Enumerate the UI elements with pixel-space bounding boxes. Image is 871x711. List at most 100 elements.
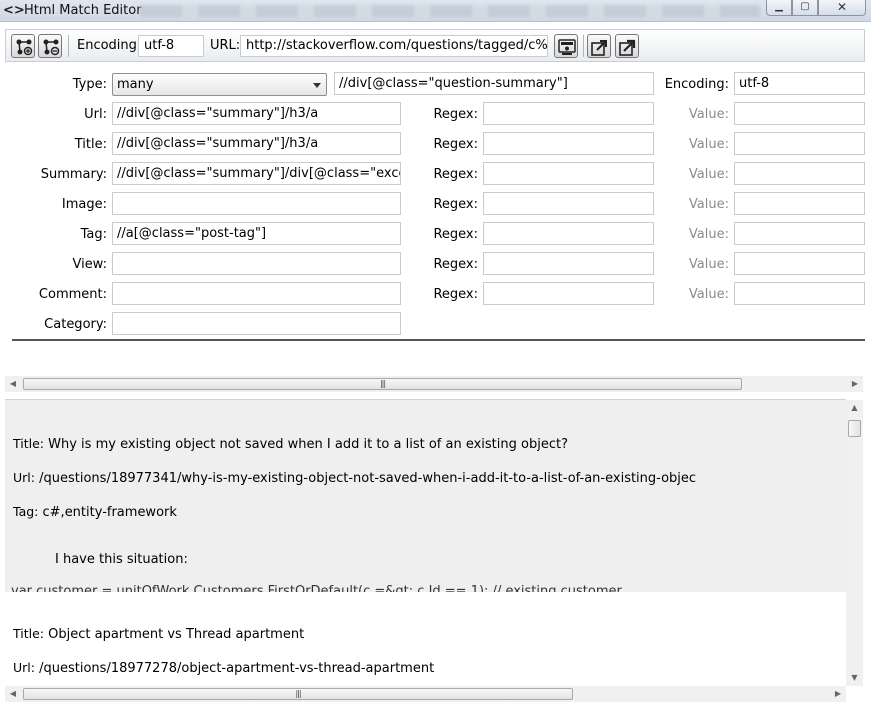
form-divider xyxy=(12,339,865,341)
results-scroll-thumb[interactable]: ||| xyxy=(23,688,573,700)
field-value-input[interactable] xyxy=(734,192,865,215)
minimize-button[interactable]: ▁ xyxy=(766,0,792,16)
field-label: View: xyxy=(72,257,107,272)
field-label: Title: xyxy=(74,137,107,152)
result-url-line: Url: /questions/18977278/object-apartmen… xyxy=(13,660,434,676)
result-title-key: Title: xyxy=(13,436,44,451)
result-url: /questions/18977278/object-apartment-vs-… xyxy=(39,661,435,676)
toolbar-url-label: URL: xyxy=(210,38,241,53)
value-label: Value: xyxy=(688,227,729,242)
regex-label: Regex: xyxy=(433,137,478,152)
form-encoding-label: Encoding: xyxy=(664,77,729,92)
value-label: Value: xyxy=(688,287,729,302)
open-external-icon xyxy=(619,39,636,56)
export-button[interactable] xyxy=(587,34,611,58)
toolbar: Encoding: utf-8 URL: http://stackoverflo… xyxy=(5,29,865,62)
network-remove-icon xyxy=(43,39,60,56)
settings-icon xyxy=(558,39,576,55)
results-vertical-scrollbar[interactable]: ▲ ▼ xyxy=(846,400,863,686)
value-label: Value: xyxy=(688,257,729,272)
container-xpath-input[interactable]: //div[@class="question-summary"] xyxy=(334,72,654,95)
export-icon xyxy=(591,40,607,56)
results-v-scroll-thumb[interactable] xyxy=(848,420,861,437)
scroll-left-icon[interactable]: ◀ xyxy=(5,376,21,392)
toolbar-separator xyxy=(583,35,584,57)
regex-label: Regex: xyxy=(433,227,478,242)
result-url-key: Url: xyxy=(13,660,35,675)
field-label: Image: xyxy=(61,197,107,212)
result-tag-key: Tag: xyxy=(13,504,39,519)
field-xpath-input[interactable]: //div[@class="summary"]/h3/a xyxy=(112,132,401,155)
settings-button[interactable] xyxy=(554,34,578,58)
type-select-value: many xyxy=(117,77,154,92)
field-xpath-input[interactable]: //div[@class="summary"]/div[@class="exce… xyxy=(112,162,401,185)
scroll-up-icon[interactable]: ▲ xyxy=(846,400,863,416)
field-xpath-input[interactable] xyxy=(112,192,401,215)
network-add-button[interactable] xyxy=(11,34,35,58)
form-scroll-thumb[interactable]: ||| xyxy=(23,378,742,390)
type-label: Type: xyxy=(72,77,107,92)
field-xpath-input[interactable] xyxy=(112,282,401,305)
value-label: Value: xyxy=(688,107,729,122)
result-url: /questions/18977341/why-is-my-existing-o… xyxy=(39,471,697,486)
window-title: Html Match Editor xyxy=(24,3,142,18)
result-url-line: Url: /questions/18977341/why-is-my-exist… xyxy=(13,470,696,486)
close-button[interactable]: ✕ xyxy=(818,0,866,16)
result-url-key: Url: xyxy=(13,470,35,485)
category-label: Category: xyxy=(44,317,107,332)
regex-label: Regex: xyxy=(433,167,478,182)
match-form: Type: many //div[@class="question-summar… xyxy=(5,63,865,375)
maximize-button[interactable]: ▢ xyxy=(792,0,818,16)
blurred-taskbar-background xyxy=(140,5,760,17)
field-label: Comment: xyxy=(38,287,107,302)
regex-label: Regex: xyxy=(433,257,478,272)
result-title-line: Title: Why is my existing object not sav… xyxy=(13,436,568,452)
results-pane: Title: Why is my existing object not sav… xyxy=(5,399,846,686)
scroll-down-icon[interactable]: ▼ xyxy=(846,670,863,686)
field-value-input[interactable] xyxy=(734,252,865,275)
toolbar-encoding-label: Encoding: xyxy=(77,38,142,53)
field-label: Tag: xyxy=(80,227,107,242)
form-horizontal-scrollbar[interactable]: ◀ ||| ▶ xyxy=(5,376,863,392)
type-select[interactable]: many xyxy=(112,73,327,96)
field-value-input[interactable] xyxy=(734,162,865,185)
result-item: Title: Why is my existing object not sav… xyxy=(5,400,846,592)
field-value-input[interactable] xyxy=(734,282,865,305)
field-label: Summary: xyxy=(40,167,107,182)
toolbar-encoding-input[interactable]: utf-8 xyxy=(138,35,204,57)
result-title-key: Title: xyxy=(13,626,44,641)
regex-label: Regex: xyxy=(433,107,478,122)
field-label: Url: xyxy=(84,107,107,122)
scroll-right-icon[interactable]: ▶ xyxy=(830,686,846,702)
scroll-left-icon[interactable]: ◀ xyxy=(5,686,21,702)
regex-label: Regex: xyxy=(433,287,478,302)
field-value-input[interactable] xyxy=(734,102,865,125)
result-title: Object apartment vs Thread apartment xyxy=(48,627,305,642)
result-title-line: Title: Object apartment vs Thread apartm… xyxy=(13,626,304,642)
open-external-button[interactable] xyxy=(615,34,639,58)
field-value-input[interactable] xyxy=(734,132,865,155)
result-title: Why is my existing object not saved when… xyxy=(48,437,568,452)
result-summary: I have this situation: xyxy=(55,552,188,567)
field-xpath-input[interactable] xyxy=(112,252,401,275)
form-encoding-input[interactable]: utf-8 xyxy=(734,72,865,95)
network-remove-button[interactable] xyxy=(38,34,62,58)
value-label: Value: xyxy=(688,167,729,182)
result-tag: c#,entity-framework xyxy=(42,505,177,520)
result-code-snippet: var customer = unitOfWork.Customers.Firs… xyxy=(11,584,622,592)
network-add-icon xyxy=(16,39,33,56)
result-tag-line: Tag: c#,entity-framework xyxy=(13,504,177,520)
field-xpath-input[interactable]: //div[@class="summary"]/h3/a xyxy=(112,102,401,125)
field-value-input[interactable] xyxy=(734,222,865,245)
value-label: Value: xyxy=(688,137,729,152)
category-input[interactable] xyxy=(112,312,401,335)
toolbar-url-input[interactable]: http://stackoverflow.com/questions/tagge… xyxy=(240,35,548,57)
toolbar-separator xyxy=(68,35,69,57)
results-horizontal-scrollbar[interactable]: ◀ ||| ▶ xyxy=(5,686,846,702)
code-brackets-icon: <> xyxy=(3,3,25,18)
field-xpath-input[interactable]: //a[@class="post-tag"] xyxy=(112,222,401,245)
scroll-right-icon[interactable]: ▶ xyxy=(847,376,863,392)
window-titlebar: <> Html Match Editor ▁ ▢ ✕ xyxy=(0,0,871,22)
result-item: Title: Object apartment vs Thread apartm… xyxy=(5,592,846,686)
chevron-down-icon xyxy=(313,83,321,88)
